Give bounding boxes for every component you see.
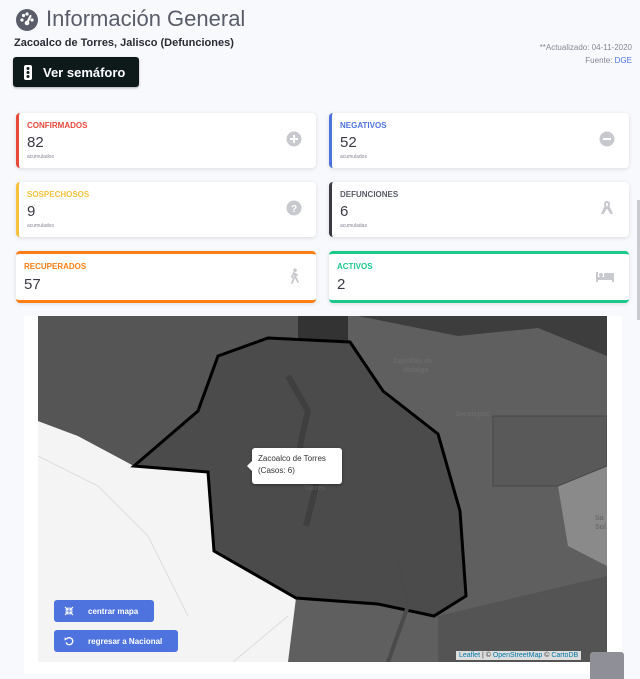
- card-recuperados: RECUPERADOS 57: [16, 251, 316, 303]
- card-label: DEFUNCIONES: [340, 190, 399, 199]
- card-value: 9: [27, 203, 36, 220]
- leaflet-link[interactable]: Leaflet: [459, 652, 480, 659]
- card-value: 2: [337, 276, 346, 293]
- map-label-zapotlan: Zapotlán de: [393, 358, 433, 365]
- scroll-to-top-button[interactable]: [590, 652, 624, 679]
- map-label-hidalgo: Hidalgo: [403, 367, 429, 374]
- tooltip-name: Zacoalco de Torres: [258, 454, 326, 463]
- card-note: acumulados: [27, 154, 54, 160]
- ribbon-icon: [601, 201, 613, 214]
- minus-circle-icon: [599, 131, 615, 147]
- card-activos: ACTIVOS 2: [329, 251, 629, 303]
- card-label: RECUPERADOS: [24, 262, 87, 271]
- walking-icon: [290, 268, 299, 284]
- osm-link[interactable]: OpenStreetMap: [493, 652, 542, 659]
- source-label: Fuente:: [585, 56, 615, 65]
- svg-text:?: ?: [291, 204, 297, 215]
- map-label-sol: Sol: [595, 524, 606, 531]
- map-label-torres: Torres: [304, 485, 326, 492]
- back-national-label: regresar a Nacional: [88, 636, 163, 646]
- center-map-label: centrar mapa: [88, 606, 139, 616]
- compress-icon: [64, 606, 74, 616]
- bed-icon: [596, 272, 614, 282]
- map-label-jocotepec: Jocotepec: [455, 411, 490, 418]
- attribution-sep: | ©: [480, 652, 493, 659]
- card-confirmados: CONFIRMADOS 82 acumulados: [16, 113, 316, 168]
- card-label: CONFIRMADOS: [27, 121, 88, 130]
- card-note: acumulados: [340, 154, 367, 160]
- location-subtitle: Zacoalco de Torres, Jalisco (Defunciones…: [14, 37, 234, 49]
- map-attribution: Leaflet | © OpenStreetMap © CartoDB: [456, 651, 582, 660]
- attribution-sep2: ©: [542, 652, 552, 659]
- card-value: 57: [24, 276, 41, 293]
- card-note: acumulados: [27, 223, 54, 229]
- card-note: acumuladas: [340, 223, 367, 229]
- semaforo-button[interactable]: Ver semáforo: [13, 57, 139, 87]
- title-text: Información General: [46, 6, 246, 31]
- card-sospechosos: SOSPECHOSOS 9 acumulados ?: [16, 182, 316, 237]
- card-label: SOSPECHOSOS: [27, 190, 90, 199]
- card-value: 6: [340, 203, 349, 220]
- traffic-light-icon: [24, 64, 32, 80]
- undo-icon: [64, 636, 74, 646]
- page-title: Información General: [14, 6, 245, 32]
- updated-date: **Actualizado: 04-11-2020: [539, 43, 632, 52]
- card-negativos: NEGATIVOS 52 acumulados: [329, 113, 629, 168]
- map-tooltip: Zacoalco de Torres (Casos: 6): [247, 448, 342, 484]
- tooltip-cases: (Casos: 6): [258, 466, 295, 475]
- card-defunciones: DEFUNCIONES 6 acumuladas: [329, 182, 629, 237]
- back-national-button[interactable]: regresar a Nacional: [54, 630, 178, 652]
- card-value: 52: [340, 134, 357, 151]
- tachometer-icon: [16, 9, 38, 31]
- card-label: ACTIVOS: [337, 262, 373, 271]
- header: Información General Zacoalco de Torres, …: [0, 0, 640, 100]
- source-link[interactable]: DGE: [615, 56, 632, 65]
- question-circle-icon: ?: [286, 200, 302, 216]
- map-label-sa: Sa: [595, 515, 604, 522]
- carto-link[interactable]: CartoDB: [551, 652, 578, 659]
- card-value: 82: [27, 134, 44, 151]
- card-label: NEGATIVOS: [340, 121, 387, 130]
- update-info: **Actualizado: 04-11-2020 Fuente: DGE: [540, 41, 632, 67]
- center-map-button[interactable]: centrar mapa: [54, 600, 154, 622]
- semaforo-label: Ver semáforo: [43, 64, 126, 80]
- plus-circle-icon: [286, 131, 302, 147]
